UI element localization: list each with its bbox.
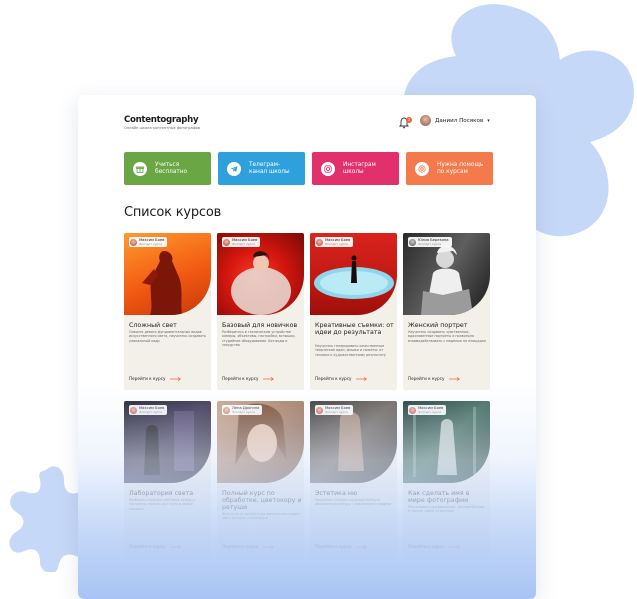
course-card[interactable]: Лена Дрогина Эксперт курса Полный курс по… [217, 401, 304, 558]
course-link-label: Перейти к курсу [315, 544, 352, 549]
avatar [420, 115, 431, 126]
gift-icon [133, 161, 147, 176]
author-avatar [130, 238, 137, 246]
app-window: Contentography Онлайн школа контентных ф… [78, 95, 536, 599]
course-card[interactable]: Максим Боев Эксперт курса Как сделать имя… [403, 401, 490, 558]
course-link-label: Перейти к курсу [408, 376, 445, 381]
course-description: Научитесь снимать художественную обнажен… [315, 498, 392, 507]
arrow-right-icon [449, 376, 461, 381]
course-link-label: Перейти к курсу [315, 376, 352, 381]
course-title: Креативные съемки: от идеи до результата [315, 322, 394, 337]
author-avatar [409, 406, 416, 414]
quick-actions: Учиться бесплатно Телеграм- канал школы … [124, 152, 493, 185]
brand-name: Contentography [124, 115, 199, 125]
user-menu[interactable]: Даниил Посяков ▾ [420, 115, 490, 126]
brand-logo[interactable]: Contentography Онлайн школа контентных ф… [124, 115, 200, 130]
user-name: Даниил Посяков [435, 117, 484, 124]
course-link-label: Перейти к курсу [222, 376, 259, 381]
course-author: Лена Дрогина Эксперт курса [222, 405, 263, 415]
author-avatar [316, 238, 323, 246]
course-card[interactable]: Максим Боев Эксперт курса Лаборатория све… [124, 401, 211, 558]
course-link[interactable]: Перейти к курсу [315, 376, 368, 381]
course-card[interactable]: Юлия Березина Эксперт курса Женский портр… [403, 233, 490, 390]
author-role: Эксперт курса [325, 242, 348, 246]
author-avatar [409, 238, 416, 246]
course-link[interactable]: Перейти к курсу [129, 376, 182, 381]
action-telegram-button[interactable]: Телеграм- канал школы [218, 152, 305, 185]
course-title: Женский портрет [408, 322, 468, 329]
instagram-icon [321, 161, 335, 176]
course-grid: Максим Боев Эксперт курса Сложный свет Ос… [124, 233, 490, 558]
author-role: Эксперт курса [139, 242, 162, 246]
arrow-right-icon [170, 376, 182, 381]
course-description: Расскажем о продвижении, личном бренде и… [408, 505, 484, 514]
arrow-right-icon [263, 376, 275, 381]
course-description: Научитесь генерировать качественные твор… [315, 344, 386, 357]
arrow-right-icon [449, 544, 461, 549]
author-role: Эксперт курса [232, 242, 255, 246]
chevron-down-icon: ▾ [487, 117, 490, 124]
course-title: Полный курс по обработке, цветокору и ре… [222, 490, 302, 512]
course-author: Максим Боев Эксперт курса [315, 237, 354, 247]
course-title: Базовый для новичков [222, 322, 298, 329]
author-role: Эксперт курса [139, 410, 162, 414]
arrow-right-icon [170, 544, 182, 549]
action-label: Телеграм- канал школы [249, 161, 290, 175]
course-title: Лаборатория света [129, 490, 194, 497]
action-label: Нужна помощь по курсам [437, 161, 484, 175]
course-author: Максим Боев Эксперт курса [129, 237, 168, 247]
course-link-label: Перейти к курсу [129, 544, 166, 549]
course-description: Весь путь от импорта до финального кадра… [222, 512, 300, 521]
author-role: Эксперт курса [232, 410, 255, 414]
course-description: Разберем сложные световые схемы и научим… [129, 498, 195, 511]
course-link-label: Перейти к курсу [408, 544, 445, 549]
arrow-right-icon [263, 544, 275, 549]
help-icon [415, 161, 429, 176]
course-link-label: Перейти к курсу [222, 544, 259, 549]
course-link[interactable]: Перейти к курсу [408, 544, 461, 549]
course-card[interactable]: Максим Боев Эксперт курса Сложный свет Ос… [124, 233, 211, 390]
author-role: Эксперт курса [418, 242, 441, 246]
course-title: Сложный свет [129, 322, 177, 329]
course-author: Максим Боев Эксперт курса [315, 405, 354, 415]
telegram-icon [227, 161, 241, 176]
author-role: Эксперт курса [325, 410, 348, 414]
section-title: Список курсов [124, 205, 222, 220]
course-title: Эстетика ню [315, 490, 358, 497]
arrow-right-icon [356, 544, 368, 549]
course-link[interactable]: Перейти к курсу [222, 544, 275, 549]
course-link-label: Перейти к курсу [129, 376, 166, 381]
course-link[interactable]: Перейти к курсу [222, 376, 275, 381]
author-avatar [223, 238, 230, 246]
course-description: Разберитесь в техническом устройстве кам… [222, 330, 296, 348]
course-link[interactable]: Перейти к курсу [129, 544, 182, 549]
action-instagram-button[interactable]: Инстаграм школы [312, 152, 399, 185]
course-author: Максим Боев Эксперт курса [408, 405, 447, 415]
course-author: Максим Боев Эксперт курса [129, 405, 168, 415]
course-description: Научитесь создавать чувственные, вдохнов… [408, 330, 486, 343]
course-author: Максим Боев Эксперт курса [222, 237, 261, 247]
course-card[interactable]: Максим Боев Эксперт курса Креативные съем… [310, 233, 397, 390]
course-link[interactable]: Перейти к курсу [408, 376, 461, 381]
action-learn-free-button[interactable]: Учиться бесплатно [124, 152, 211, 185]
action-help-button[interactable]: Нужна помощь по курсам [406, 152, 493, 185]
author-role: Эксперт курса [418, 410, 441, 414]
action-label: Учиться бесплатно [155, 161, 188, 175]
brand-tagline: Онлайн школа контентных фотографов [124, 126, 201, 130]
course-link[interactable]: Перейти к курсу [315, 544, 368, 549]
author-avatar [130, 406, 137, 414]
author-avatar [223, 406, 230, 414]
action-label: Инстаграм школы [343, 161, 376, 175]
notification-badge: 2 [406, 117, 412, 123]
author-avatar [316, 406, 323, 414]
course-description: Освоите девять фундаментальных видов иск… [129, 330, 207, 343]
course-card[interactable]: Максим Боев Эксперт курса Эстетика ню Нау… [310, 401, 397, 558]
course-title: Как сделать имя в мире фотографии [408, 490, 470, 505]
arrow-right-icon [356, 376, 368, 381]
course-author: Юлия Березина Эксперт курса [408, 237, 452, 247]
course-card[interactable]: Максим Боев Эксперт курса Базовый для нов… [217, 233, 304, 390]
